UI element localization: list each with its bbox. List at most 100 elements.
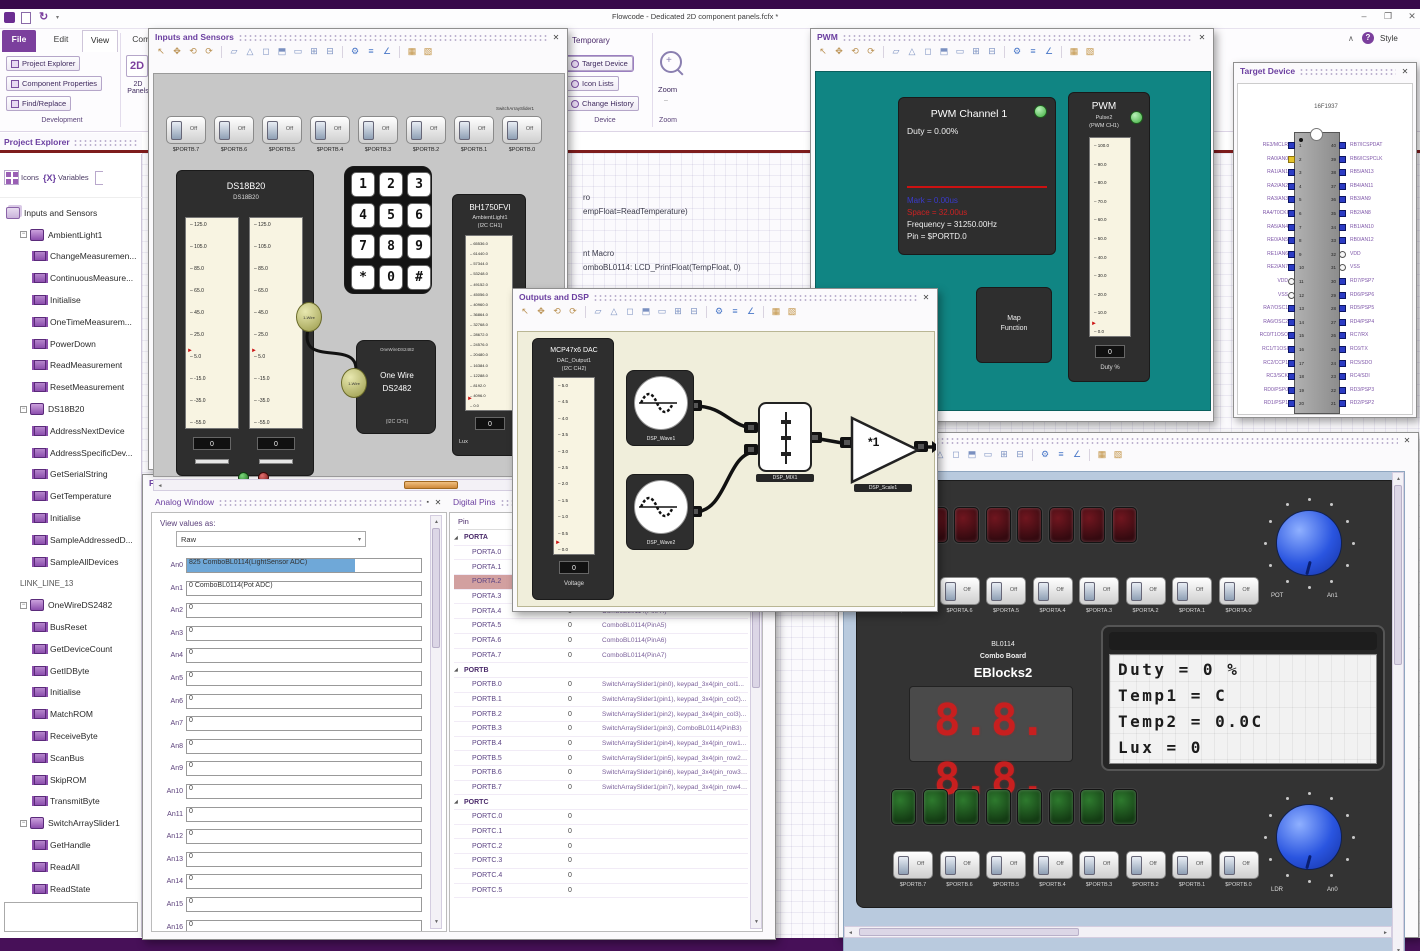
analog-value-field[interactable]: 0 [186,603,422,619]
pin-pad[interactable] [1339,386,1346,394]
digital-row-portb-1[interactable]: PORTB.1 0 SwitchArraySlider1(pin1), keypad… [454,693,748,708]
digital-row-portc[interactable]: ◢ PORTC [454,795,748,811]
toggle-switch-portb0[interactable]: Off [1218,851,1259,879]
toggle-switch-portb7[interactable]: Off [893,851,933,879]
pin-pad[interactable] [1339,318,1346,326]
thermometer-scale[interactable]: – 65536.0 – 61440.0 – 57344.0 – 53248.0 – 49… [465,235,513,411]
toolbar-icon[interactable]: ⊞ [307,45,321,58]
toggle-switch-porta4[interactable]: Off [1032,577,1073,605]
toolbar-icon[interactable]: ▦ [405,45,419,58]
digital-row-portb-3[interactable]: PORTB.3 0 SwitchArraySlider1(pin3), ComboB… [454,722,748,737]
inputs-2d-panel[interactable]: SwitchArraySlider1 Off $PORTB.7 Off $PORTB.6… [153,73,565,483]
pin-pad[interactable] [1339,346,1346,353]
digital-row-portb[interactable]: ◢ PORTB [454,663,748,678]
zoom-dropdown[interactable]: Zoom [658,85,677,94]
tree-item-samplealldevices[interactable]: SampleAllDevices [0,551,142,573]
keypad-key-hash[interactable]: # [407,265,431,290]
toggle-switch-portb0[interactable]: Off [502,116,542,144]
toolbar-icon[interactable]: ⟳ [566,305,580,318]
toggle-switch-portb5[interactable]: Off [986,851,1026,879]
tree-item-continuousmeasure-[interactable]: ContinuousMeasure... [0,267,142,289]
toolbar-icon[interactable]: ⊞ [997,448,1011,461]
toolbar-icon[interactable]: ◻ [949,448,963,461]
analog-window-header[interactable]: Analog Window ▪ ✕ [151,495,447,509]
pin-pad[interactable] [1288,237,1295,245]
toolbar-icon[interactable]: ⚙ [1010,45,1024,58]
pin-pad[interactable] [1339,169,1346,177]
toggle-switch-portb4[interactable]: Off [310,116,350,144]
pin-pad[interactable] [1339,278,1346,285]
save-icon[interactable] [21,12,31,24]
tree-item-initialise[interactable]: Initialise [0,289,142,311]
toolbar-icon[interactable]: ▭ [291,45,305,58]
ribbon-button-component-properties[interactable]: Component Properties [6,76,103,91]
analog-value-field[interactable]: 0 [186,648,422,664]
pe-tool-variables[interactable]: {X} Variables [43,173,89,183]
toolbar-icon[interactable]: ∠ [380,45,394,58]
pin-pad[interactable] [1339,359,1346,367]
scroll-down-icon[interactable]: ▼ [752,917,761,927]
tree-item-switcharrayslider1[interactable]: − SwitchArraySlider1 [0,812,142,834]
pin-pad[interactable] [1288,264,1295,272]
ribbon-button-target-device[interactable]: Target Device [566,56,633,71]
ribbon-button-project-explorer[interactable]: Project Explorer [6,56,81,71]
switch-handle[interactable] [1037,856,1049,875]
pin-pad[interactable] [1288,291,1295,299]
knob-ldr[interactable] [1276,804,1342,870]
dsp-scale-node[interactable]: *1 [848,414,928,486]
toolbar-icon[interactable]: ⟳ [202,45,216,58]
pwm-window-titlebar[interactable]: PWM ✕ [811,29,1213,43]
pin-pad[interactable] [1339,305,1346,313]
pin-pad[interactable] [1339,196,1346,204]
switch-handle[interactable] [507,121,518,140]
scroll-up-icon[interactable]: ▲ [1394,474,1403,484]
dsp-2d-panel[interactable]: MCP47x6 DAC DAC_Output1 (I2C CH2) 0 Volt… [517,331,936,607]
toggle-switch-portb5[interactable]: Off [262,116,302,144]
tree-item-initialise[interactable]: Initialise [0,682,142,704]
tree-item-sampleaddressedd-[interactable]: SampleAddressedD... [0,529,142,551]
toggle-switch-porta1[interactable]: Off [1172,577,1212,605]
scrollbar-thumb[interactable] [859,928,1079,936]
scroll-left-icon[interactable]: ◄ [846,928,855,938]
toolbar-icon[interactable]: ∠ [744,305,758,318]
tree-item-changemeasuremen-[interactable]: ChangeMeasuremen... [0,246,142,268]
tree-item-readstate[interactable]: ReadState [0,878,142,900]
toolbar-icon[interactable]: ◻ [259,45,273,58]
tree-item-scanbus[interactable]: ScanBus [0,747,142,769]
toolbar-icon[interactable]: △ [243,45,257,58]
toolbar-icon[interactable]: ✥ [170,45,184,58]
pin-pad[interactable] [1339,400,1346,408]
pin-pad[interactable] [1288,359,1295,367]
toolbar-icon[interactable]: ⚙ [348,45,362,58]
switch-handle[interactable] [315,121,326,140]
analog-value-field[interactable]: 0 [186,738,422,754]
toolbar-icon[interactable]: ∠ [1042,45,1056,58]
toolbar-icon[interactable]: ⟲ [550,305,564,318]
toolbar-icon[interactable]: ⊟ [985,45,999,58]
pin-pad[interactable] [1288,278,1295,285]
redo-icon[interactable]: ↻ [39,10,48,23]
close-icon[interactable]: ✕ [551,33,561,42]
pin-pad[interactable] [1339,237,1346,245]
inputs-h-scrollbar[interactable]: ◄ ► [153,479,565,491]
toolbar-icon[interactable]: ⚙ [1038,448,1052,461]
toggle-switch-portb7[interactable]: Off [166,116,206,144]
scrollbar-thumb[interactable] [432,528,440,648]
analog-value-field[interactable]: 0 [186,919,422,931]
toolbar-icon[interactable]: ⊞ [969,45,983,58]
close-icon[interactable]: ✕ [1197,33,1207,42]
toolbar-icon[interactable]: ⊞ [671,305,685,318]
toggle-switch-porta3[interactable]: Off [1079,577,1119,605]
scroll-up-icon[interactable]: ▲ [432,517,441,527]
tree-item-getidbyte[interactable]: GetIDByte [0,660,142,682]
scrollbar-thumb[interactable] [404,481,458,489]
toggle-switch-portb6[interactable]: Off [939,851,980,879]
toolbar-icon[interactable]: ✥ [534,305,548,318]
expand-icon[interactable]: − [20,601,27,609]
pin-pad[interactable] [1288,386,1295,394]
knob-pot[interactable] [1276,510,1342,576]
analog-value-field[interactable]: 0 [186,670,422,686]
pin-pad[interactable] [1339,291,1346,299]
map-function-box[interactable]: Map Function [976,287,1052,363]
tree-item-resetmeasurement[interactable]: ResetMeasurement [0,376,142,398]
